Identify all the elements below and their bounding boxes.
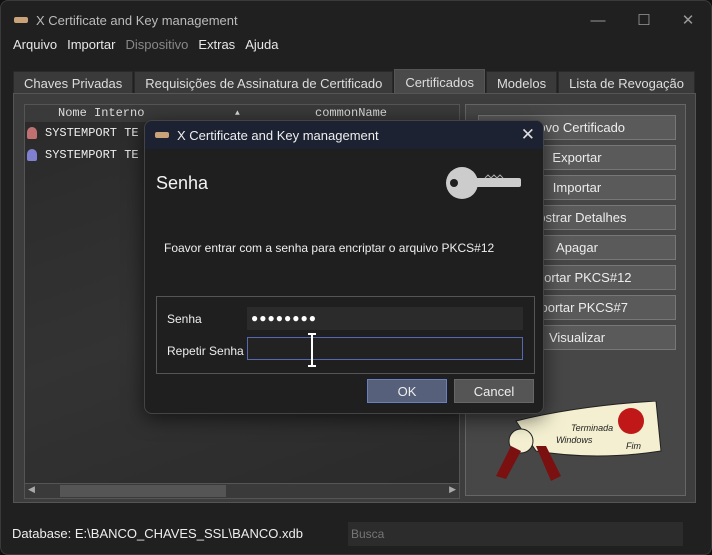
- tab-bar: Chaves Privadas Requisições de Assinatur…: [13, 69, 696, 95]
- horizontal-scrollbar[interactable]: ◀ ▶: [25, 483, 459, 498]
- tab-requisicoes[interactable]: Requisições de Assinatura de Certificado: [134, 71, 394, 95]
- dialog-heading: Senha: [156, 173, 209, 193]
- ok-button[interactable]: OK: [367, 379, 447, 403]
- senha-label: Senha: [167, 312, 202, 326]
- dialog-title-bar: X Certificate and Key management ✕: [145, 121, 543, 149]
- tab-chaves-privadas[interactable]: Chaves Privadas: [13, 71, 134, 95]
- close-button[interactable]: ✕: [665, 1, 711, 39]
- svg-text:Windows: Windows: [556, 435, 593, 445]
- database-path: Database: E:\BANCO_CHAVES_SSL\BANCO.xdb: [12, 526, 303, 541]
- password-dialog: X Certificate and Key management ✕ Senha…: [144, 120, 544, 414]
- list-row[interactable]: SYSTEMPORT TE: [25, 145, 139, 165]
- repetir-senha-input[interactable]: [247, 337, 523, 360]
- row-name: SYSTEMPORT TE: [45, 148, 139, 162]
- dialog-message: Foavor entrar com a senha para encriptar…: [164, 241, 495, 255]
- tab-certificados[interactable]: Certificados: [394, 69, 485, 95]
- menu-bar: Arquivo Importar Dispositivo Extras Ajud…: [13, 37, 278, 52]
- scrollbar-thumb[interactable]: [60, 485, 226, 497]
- column-commonname[interactable]: commonName: [315, 106, 387, 120]
- column-nome-interno[interactable]: Nome Interno: [58, 106, 144, 120]
- key-icon: [446, 167, 521, 199]
- menu-ajuda[interactable]: Ajuda: [245, 37, 278, 52]
- maximize-button[interactable]: ☐: [621, 1, 667, 39]
- svg-text:Terminada: Terminada: [571, 423, 613, 433]
- text-cursor-icon: [308, 333, 316, 367]
- tab-modelos[interactable]: Modelos: [485, 71, 558, 95]
- cancel-button[interactable]: Cancel: [454, 379, 534, 403]
- list-row[interactable]: SYSTEMPORT TE: [25, 123, 139, 143]
- menu-arquivo[interactable]: Arquivo: [13, 37, 57, 52]
- sort-asc-icon: ▲: [235, 109, 240, 118]
- svg-text:Fim: Fim: [626, 441, 641, 451]
- tab-lista-revogacao[interactable]: Lista de Revogação: [558, 71, 696, 95]
- menu-dispositivo[interactable]: Dispositivo: [125, 37, 188, 52]
- password-group: Senha ●●●●●●●● Repetir Senha: [156, 296, 535, 374]
- minimize-button[interactable]: —: [575, 1, 621, 39]
- certificate-icon: [27, 149, 37, 161]
- menu-importar[interactable]: Importar: [67, 37, 115, 52]
- scroll-left-icon[interactable]: ◀: [28, 484, 35, 495]
- window-title: X Certificate and Key management: [36, 12, 238, 28]
- app-key-icon: [14, 17, 28, 23]
- senha-input[interactable]: ●●●●●●●●: [247, 307, 523, 330]
- repetir-senha-label: Repetir Senha: [167, 344, 244, 358]
- search-input[interactable]: [348, 522, 683, 546]
- dialog-title: X Certificate and Key management: [177, 127, 379, 143]
- title-bar: X Certificate and Key management — ☐ ✕: [1, 1, 711, 39]
- certificate-icon: [27, 127, 37, 139]
- scroll-right-icon[interactable]: ▶: [449, 484, 456, 495]
- dialog-close-button[interactable]: ✕: [521, 125, 535, 145]
- app-key-icon: [155, 132, 169, 138]
- menu-extras[interactable]: Extras: [198, 37, 235, 52]
- row-name: SYSTEMPORT TE: [45, 126, 139, 140]
